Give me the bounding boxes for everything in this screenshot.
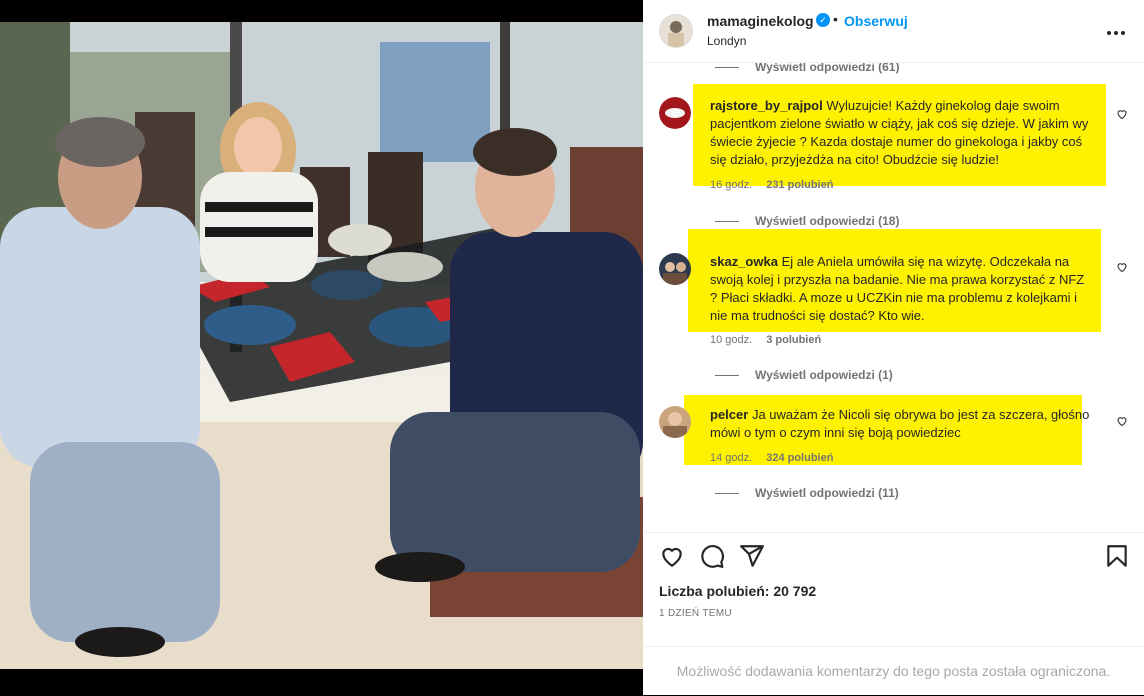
post-actions: Liczba polubień: 20 792 1 DZIEŃ TEMU [643,532,1144,653]
more-dots-glyph [1107,31,1125,35]
comment-avatar[interactable] [659,97,691,129]
view-replies-label: Wyświetl odpowiedzi (61) [755,63,900,74]
post-side-panel: mamaginekolog ✓ • Obserwuj Londyn Wyświe… [643,0,1144,695]
comment-username[interactable]: rajstore_by_rajpol [710,98,823,113]
comments-list[interactable]: Wyświetl odpowiedzi (61) rajstore_by_raj… [643,63,1144,532]
likes-count[interactable]: Liczba polubień: 20 792 [659,583,816,599]
post-media [0,0,643,695]
comment-username[interactable]: skaz_owka [710,254,778,269]
view-replies-label: Wyświetl odpowiedzi (11) [755,486,899,500]
view-replies-link[interactable]: Wyświetl odpowiedzi (61) [715,63,899,74]
photo-illustration [0,22,643,669]
avatar-image [659,406,691,438]
verified-badge-icon: ✓ [816,13,830,27]
comment-text: pelcer Ja uważam że Nicoli się obrywa bo… [710,406,1095,442]
comment-time[interactable]: 16 godz. [710,179,752,191]
view-replies-link[interactable]: Wyświetl odpowiedzi (11) [715,486,899,500]
comment-time[interactable]: 14 godz. [710,452,752,464]
author-avatar[interactable] [659,14,693,48]
post-location[interactable]: Londyn [707,34,746,48]
comments-limited-notice: Możliwość dodawania komentarzy do tego p… [643,646,1144,696]
comment-like-heart-icon[interactable] [1116,415,1128,427]
comment-likes[interactable]: 231 polubień [766,179,833,191]
view-replies-label: Wyświetl odpowiedzi (1) [755,368,893,382]
post-header: mamaginekolog ✓ • Obserwuj Londyn [643,0,1144,63]
comment-meta: 16 godz. 231 polubień [710,179,847,191]
comment-text: skaz_owka Ej ale Aniela umówiła się na w… [710,253,1095,325]
bookmark-icon[interactable] [1104,543,1130,569]
comment-likes[interactable]: 324 polubień [766,452,833,464]
comment-time[interactable]: 10 godz. [710,334,752,346]
view-replies-link[interactable]: Wyświetl odpowiedzi (1) [715,368,893,382]
comment-meta: 10 godz. 3 polubień [710,334,835,346]
comment-meta: 14 godz. 324 polubień [710,452,847,464]
avatar-image [659,253,691,285]
author-username[interactable]: mamaginekolog [707,13,814,29]
comment-like-heart-icon[interactable] [1116,108,1128,120]
view-replies-label: Wyświetl odpowiedzi (18) [755,214,900,228]
replies-line [715,67,739,69]
post-date[interactable]: 1 DZIEŃ TEMU [659,608,732,619]
avatar-image [660,15,692,47]
comment-avatar[interactable] [659,253,691,285]
more-options-icon[interactable] [1106,20,1126,41]
replies-line [715,221,739,223]
comment-like-heart-icon[interactable] [1116,261,1128,273]
post-photo[interactable] [0,22,643,669]
comment-avatar[interactable] [659,406,691,438]
header-separator: • [833,11,838,27]
view-replies-link[interactable]: Wyświetl odpowiedzi (18) [715,214,899,228]
comment-body: Ja uważam że Nicoli się obrywa bo jest z… [710,407,1090,440]
follow-button[interactable]: Obserwuj [844,13,908,29]
comment-icon[interactable] [699,543,725,569]
comment-username[interactable]: pelcer [710,407,748,422]
share-icon[interactable] [739,543,765,569]
comment-text: rajstore_by_rajpol Wyluzujcie! Każdy gin… [710,97,1095,169]
comment-likes[interactable]: 3 polubień [766,334,821,346]
replies-line [715,375,739,377]
replies-line [715,493,739,495]
avatar-image [659,97,691,129]
heart-icon[interactable] [659,543,685,569]
